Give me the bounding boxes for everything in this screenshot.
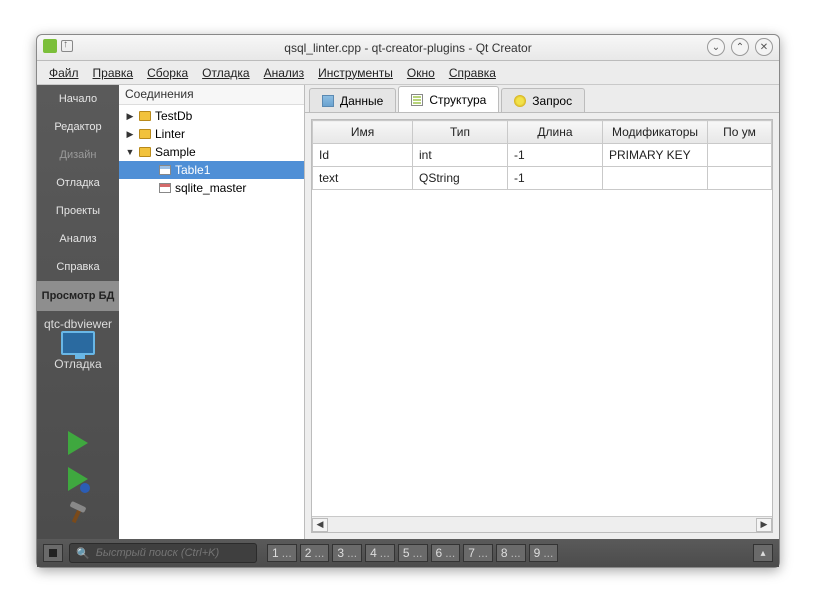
menu-analyze[interactable]: Анализ: [264, 66, 305, 80]
structure-table[interactable]: Имя Тип Длина Модификаторы По ум Id int …: [312, 120, 772, 190]
col-mods[interactable]: Модификаторы: [603, 121, 708, 144]
output-tab-6[interactable]: 6...: [431, 544, 461, 562]
detail-pane: Данные Структура Запрос Имя: [305, 85, 779, 539]
table-icon: [159, 165, 171, 175]
tab-query[interactable]: Запрос: [501, 88, 585, 112]
menu-build[interactable]: Сборка: [147, 66, 188, 80]
tree-node-testdb[interactable]: ▶ TestDb: [119, 107, 304, 125]
detail-tabs: Данные Структура Запрос: [305, 85, 779, 113]
tree-node-linter[interactable]: ▶ Linter: [119, 125, 304, 143]
close-button[interactable]: ✕: [755, 38, 773, 56]
mode-bar: Начало Редактор Дизайн Отладка Проекты А…: [37, 85, 119, 539]
kit-selector[interactable]: qtc-dbviewer Отладка: [37, 311, 119, 377]
build-button[interactable]: [67, 503, 89, 525]
tab-structure[interactable]: Структура: [398, 86, 499, 112]
kit-config: Отладка: [54, 357, 101, 371]
minimize-button[interactable]: ⌄: [707, 38, 725, 56]
output-tab-9[interactable]: 9...: [529, 544, 559, 562]
database-icon: [139, 111, 151, 121]
run-button[interactable]: [68, 431, 88, 455]
mode-welcome[interactable]: Начало: [37, 85, 119, 113]
maximize-button[interactable]: ⌃: [731, 38, 749, 56]
query-icon: [514, 95, 526, 107]
table-row[interactable]: text QString -1: [313, 167, 772, 190]
col-default[interactable]: По ум: [708, 121, 772, 144]
tree-node-table1[interactable]: Table1: [119, 161, 304, 179]
connections-pane: Соединения ▶ TestDb ▶ Linter ▼: [119, 85, 305, 539]
locator-search[interactable]: 🔍: [69, 543, 257, 563]
menu-help[interactable]: Справка: [449, 66, 496, 80]
output-pane-tabs: 1...2...3...4...5...6...7...8...9...: [267, 544, 558, 562]
up-icon[interactable]: [61, 40, 73, 52]
database-icon: [139, 129, 151, 139]
output-tab-1[interactable]: 1...: [267, 544, 297, 562]
expand-icon[interactable]: ▶: [125, 129, 135, 140]
output-tab-2[interactable]: 2...: [300, 544, 330, 562]
sidebar-toggle-button[interactable]: [43, 544, 63, 562]
output-tab-5[interactable]: 5...: [398, 544, 428, 562]
output-expand-button[interactable]: ▴: [753, 544, 773, 562]
database-icon: [139, 147, 151, 157]
mode-edit[interactable]: Редактор: [37, 113, 119, 141]
menu-debug[interactable]: Отладка: [202, 66, 249, 80]
horizontal-scrollbar[interactable]: ◀ ▶: [312, 516, 772, 532]
output-tab-7[interactable]: 7...: [463, 544, 493, 562]
output-tab-4[interactable]: 4...: [365, 544, 395, 562]
connections-tree[interactable]: ▶ TestDb ▶ Linter ▼ Sample: [119, 105, 304, 539]
tree-node-sample[interactable]: ▼ Sample: [119, 143, 304, 161]
col-name[interactable]: Имя: [313, 121, 413, 144]
menu-window[interactable]: Окно: [407, 66, 435, 80]
titlebar: qsql_linter.cpp - qt-creator-plugins - Q…: [37, 35, 779, 61]
mode-projects[interactable]: Проекты: [37, 197, 119, 225]
menu-file[interactable]: Файл: [49, 66, 79, 80]
structure-table-wrap: Имя Тип Длина Модификаторы По ум Id int …: [311, 119, 773, 533]
app-icon: [43, 39, 57, 53]
col-type[interactable]: Тип: [413, 121, 508, 144]
menu-edit[interactable]: Правка: [93, 66, 134, 80]
mode-help[interactable]: Справка: [37, 253, 119, 281]
mode-design: Дизайн: [37, 141, 119, 169]
statusbar: 🔍 1...2...3...4...5...6...7...8...9... ▴: [37, 539, 779, 567]
data-icon: [322, 95, 334, 107]
search-icon: 🔍: [76, 547, 90, 560]
monitor-icon: [61, 331, 95, 355]
kit-name: qtc-dbviewer: [44, 317, 112, 331]
menu-tools[interactable]: Инструменты: [318, 66, 393, 80]
col-length[interactable]: Длина: [508, 121, 603, 144]
structure-icon: [411, 94, 423, 106]
menubar: Файл Правка Сборка Отладка Анализ Инстру…: [37, 61, 779, 85]
table-row[interactable]: Id int -1 PRIMARY KEY: [313, 144, 772, 167]
search-input[interactable]: [96, 547, 250, 559]
tab-data[interactable]: Данные: [309, 88, 396, 112]
debug-run-button[interactable]: [68, 467, 88, 491]
tree-node-sqlite-master[interactable]: sqlite_master: [119, 179, 304, 197]
scroll-left-icon[interactable]: ◀: [312, 518, 328, 532]
output-tab-3[interactable]: 3...: [332, 544, 362, 562]
mode-analyze[interactable]: Анализ: [37, 225, 119, 253]
main-window: qsql_linter.cpp - qt-creator-plugins - Q…: [36, 34, 780, 568]
mode-dbview[interactable]: Просмотр БД: [37, 281, 119, 311]
scroll-right-icon[interactable]: ▶: [756, 518, 772, 532]
connections-header: Соединения: [119, 85, 304, 105]
mode-debug[interactable]: Отладка: [37, 169, 119, 197]
expand-icon[interactable]: ▶: [125, 111, 135, 122]
table-icon: [159, 183, 171, 193]
collapse-icon[interactable]: ▼: [125, 147, 135, 157]
window-title: qsql_linter.cpp - qt-creator-plugins - Q…: [284, 41, 531, 55]
output-tab-8[interactable]: 8...: [496, 544, 526, 562]
